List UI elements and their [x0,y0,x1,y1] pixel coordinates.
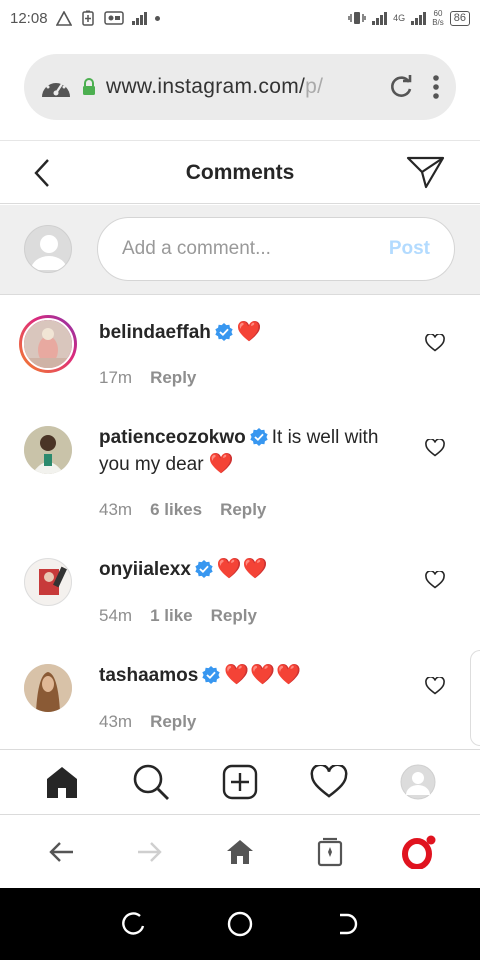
verified-badge-icon [215,323,233,341]
likes-count[interactable]: 1 like [150,606,193,626]
address-bar[interactable]: www.instagram.com/p/ [24,54,456,120]
profile-avatar-icon[interactable] [388,759,448,805]
reply-button[interactable]: Reply [150,712,196,732]
like-heart-icon[interactable] [425,439,445,457]
comment-text: tashaamos ❤️❤️❤️ [99,662,399,689]
battery-level: 86 [449,10,470,26]
activity-heart-icon[interactable] [299,759,359,805]
comment-username[interactable]: tashaamos [99,665,198,686]
vibrate-icon [348,10,366,26]
comment-meta: 54m 1 like Reply [99,606,257,626]
back-chevron-icon[interactable] [28,156,58,190]
status-time: 12:08 [10,9,48,27]
reload-icon[interactable] [388,74,414,100]
opera-menu-icon[interactable] [389,828,449,876]
forward-arrow-icon[interactable] [120,828,180,876]
avatar[interactable] [24,558,72,606]
reply-button[interactable]: Reply [150,368,196,388]
home-icon[interactable] [32,759,92,805]
signal-small-icon [131,11,147,25]
like-heart-icon[interactable] [425,571,445,589]
back-icon[interactable] [327,904,367,944]
comment-text: belindaeffah ❤️ [99,319,399,346]
post-button[interactable]: Post [389,238,430,260]
like-heart-icon[interactable] [425,334,445,352]
android-nav-bar [0,888,480,960]
lock-icon [82,78,96,96]
comment-time: 54m [99,606,133,625]
back-arrow-icon[interactable] [31,828,91,876]
comment-meta: 43m Reply [99,712,196,732]
verified-badge-icon [202,666,220,684]
comment-time: 17m [99,368,133,387]
avatar[interactable] [19,315,77,373]
heart-emoji: ❤️ [236,321,263,343]
battery-saver-icon [80,10,96,26]
direct-share-icon[interactable] [406,154,446,190]
verified-badge-icon [250,428,268,446]
browser-bottom-nav [0,816,480,888]
heart-emoji: ❤️ [208,453,235,475]
comments-list: belindaeffah ❤️ 17m Reply patienceozokwo I… [0,296,480,748]
notification-dot-icon [154,15,160,21]
add-comment-row: Add a comment... Post [0,205,480,295]
reply-button[interactable]: Reply [220,500,266,520]
page-title: Comments [185,160,295,184]
heart-emoji: ❤️❤️❤️ [224,664,302,686]
comment-input[interactable]: Add a comment... Post [97,217,455,281]
comment-username[interactable]: onyiialexx [99,559,191,580]
vpn-card-icon [103,10,124,26]
comment-text: onyiialexx ❤️❤️ [99,556,399,583]
comment-meta: 17m Reply [99,368,196,388]
avatar[interactable] [24,664,72,712]
home-circle-icon[interactable] [220,904,260,944]
warning-triangle-icon [55,10,72,26]
comment-meta: 43m 6 likes Reply [99,500,266,520]
tabs-icon[interactable] [300,828,360,876]
current-user-avatar [24,225,72,273]
comment-username[interactable]: patienceozokwo [99,427,246,448]
comment-placeholder: Add a comment... [122,238,271,259]
heart-emoji: ❤️❤️ [216,558,269,580]
url-faded: p/ [305,75,324,98]
browser-toolbar: www.instagram.com/p/ [0,36,480,141]
browser-home-icon[interactable] [210,828,270,876]
network-type-badge: 4G [393,12,406,23]
comment-time: 43m [99,712,133,731]
speed-dial-icon[interactable] [40,73,72,101]
list-item: tashaamos ❤️❤️❤️ 43m Reply [0,642,480,748]
net-speed: 60 B/s [432,9,444,27]
list-item: patienceozokwo It is well with you my dea… [0,402,480,530]
scroll-handle[interactable] [470,650,480,746]
comment-time: 43m [99,500,133,519]
reply-button[interactable]: Reply [211,606,257,626]
comments-header: Comments [0,142,480,204]
like-heart-icon[interactable] [425,677,445,695]
signal-sim1-icon [372,11,388,25]
status-bar: 12:08 4G 60 B/s 86 [0,0,480,36]
comment-text: patienceozokwo It is well with you my dea… [99,424,399,478]
recents-icon[interactable] [113,904,153,944]
instagram-tab-bar [0,749,480,815]
list-item: belindaeffah ❤️ 17m Reply [0,296,480,396]
comment-username[interactable]: belindaeffah [99,322,211,343]
new-post-icon[interactable] [210,759,270,805]
more-vertical-icon[interactable] [432,74,440,100]
avatar[interactable] [24,426,72,474]
search-icon[interactable] [121,759,181,805]
url-text[interactable]: www.instagram.com/p/ [106,75,356,99]
url-main: www.instagram.com/ [106,75,306,98]
verified-badge-icon [195,560,213,578]
signal-sim2-icon [411,11,427,25]
list-item: onyiialexx ❤️❤️ 54m 1 like Reply [0,536,480,642]
likes-count[interactable]: 6 likes [150,500,202,520]
